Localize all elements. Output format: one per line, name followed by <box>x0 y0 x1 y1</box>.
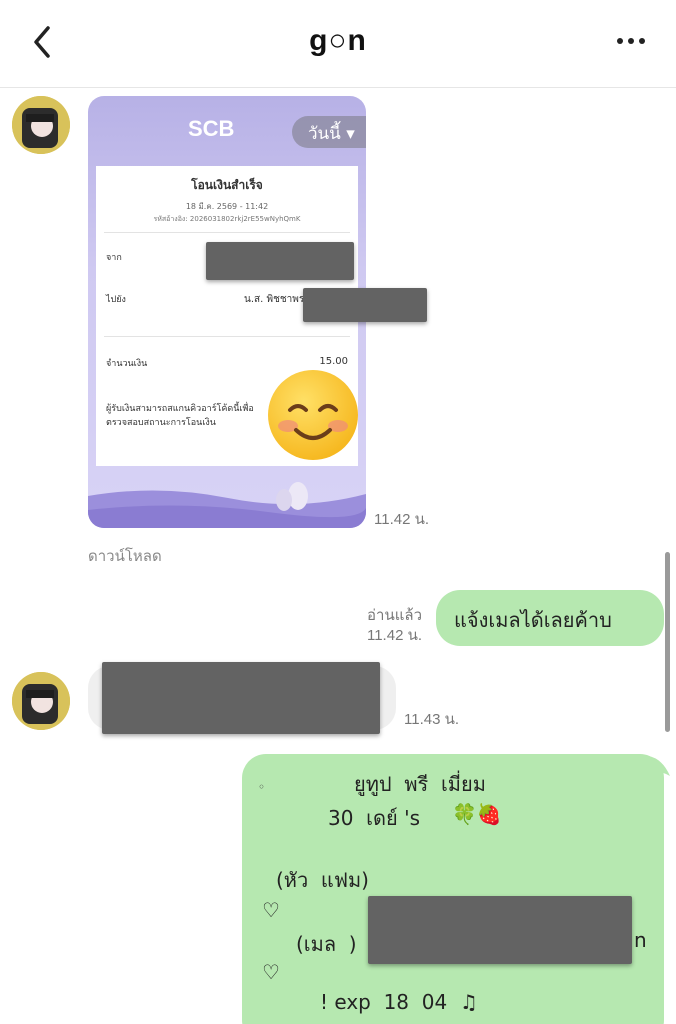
message-line: (หัว แฟม) <box>276 868 369 892</box>
redacted-recipient <box>303 288 427 322</box>
download-link[interactable]: ดาวน์โหลด <box>88 544 162 568</box>
from-label: จาก <box>106 253 122 263</box>
message-line: (เมล ) <box>296 932 357 956</box>
chat-header: g○n <box>0 0 676 88</box>
redacted-email <box>368 896 632 964</box>
sent-message-bubble[interactable]: แจ้งเมลได้เลยค้าบ <box>436 590 664 646</box>
divider <box>104 336 350 337</box>
bank-logo: SCB <box>188 116 235 141</box>
transfer-datetime: 18 มี.ค. 2569 - 11:42 <box>185 202 269 211</box>
date-filter-pill[interactable]: วันนี้ ▾ <box>292 116 366 148</box>
scrollbar[interactable] <box>665 552 670 732</box>
message-line: 30 เดย์ 's <box>328 806 420 830</box>
clover-strawberry-emoji: 🍀🍓 <box>452 802 502 826</box>
avatar-image <box>12 672 70 730</box>
landscape-illustration <box>88 482 366 528</box>
read-status: อ่านแล้ว <box>367 607 422 624</box>
redacted-sender <box>206 242 354 280</box>
decoration-dot: ◦ <box>258 780 266 794</box>
read-receipt: อ่านแล้ว 11.42 น. <box>340 606 422 646</box>
transfer-ref: รหัสอ้างอิง: 2026031802rkj2rE55wNyhQmK <box>153 215 301 223</box>
message-line: ! exp 18 04 ♫ <box>320 990 478 1014</box>
message-text: แจ้งเมลได้เลยค้าบ <box>454 608 612 632</box>
heart-icon: ♡ <box>262 960 280 984</box>
heart-icon: ♡ <box>262 898 280 922</box>
message-timestamp: 11.43 น. <box>404 711 460 728</box>
smiling-face-sticker <box>268 370 358 460</box>
message-timestamp: 11.42 น. <box>374 511 430 528</box>
avatar-image <box>12 96 70 154</box>
recipient-name: น.ส. พิชชาพร <box>244 294 305 305</box>
message-timestamp: 11.42 น. <box>366 627 422 644</box>
avatar[interactable] <box>12 672 70 730</box>
message-line: ยูทูป พรี เมี่ยม <box>354 772 486 796</box>
transfer-amount: 15.00 <box>319 356 348 367</box>
smile-emoji-icon <box>278 404 348 440</box>
to-label: ไปยัง <box>106 295 126 305</box>
transfer-status: โอนเงินสำเร็จ <box>191 178 263 192</box>
amount-label: จำนวนเงิน <box>106 359 148 369</box>
avatar[interactable] <box>12 96 70 154</box>
chat-title: g○n <box>309 24 367 57</box>
divider <box>104 232 350 233</box>
receipt-note: ผู้รับเงินสามารถสแกนคิวอาร์โค้ดนี้เพื่อต… <box>106 404 254 428</box>
bubble-tail <box>648 756 670 776</box>
more-horizontal-icon[interactable] <box>616 36 646 46</box>
message-line: n <box>634 928 647 952</box>
redacted-message <box>102 662 380 734</box>
